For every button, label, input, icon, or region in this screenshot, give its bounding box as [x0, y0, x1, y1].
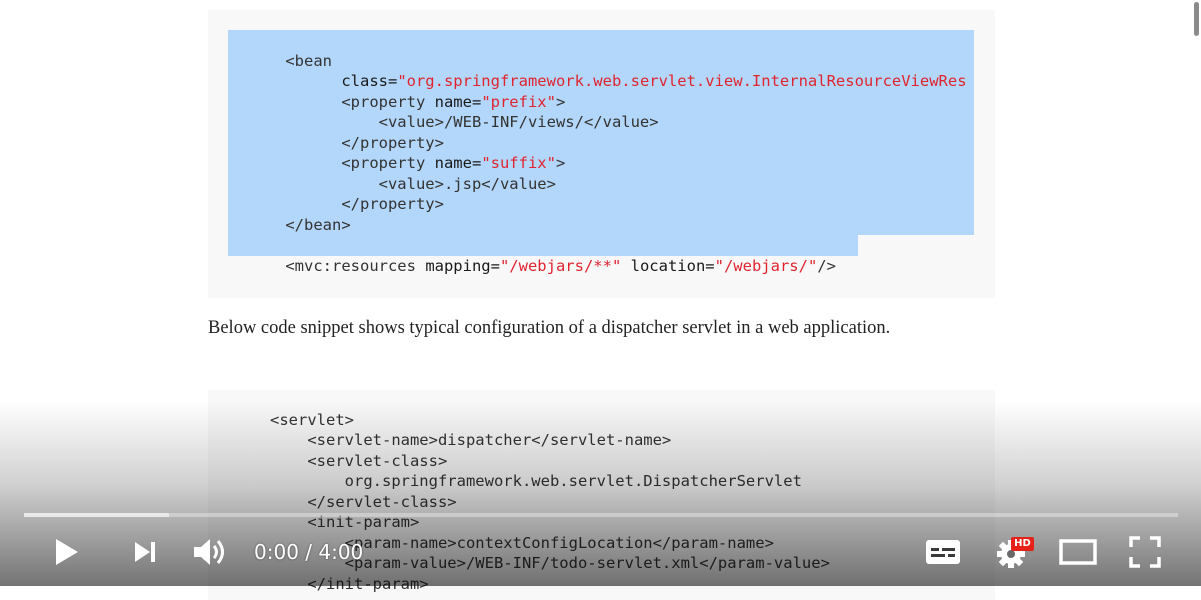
next-icon	[135, 542, 155, 562]
page-scrollbar[interactable]	[1193, 0, 1201, 586]
theater-mode-icon	[1059, 539, 1097, 565]
code-line: </servlet-class>	[270, 493, 457, 511]
body-paragraph: Below code snippet shows typical configu…	[208, 318, 891, 338]
code-line: <mvc:resources mapping="/webjars/**" loc…	[285, 256, 836, 275]
hd-badge: HD	[1011, 537, 1034, 551]
progress-buffered	[24, 513, 170, 517]
code-line: <property name="prefix">	[285, 92, 566, 111]
code-line: <property name="suffix">	[285, 153, 566, 172]
play-icon	[56, 539, 78, 565]
code-line: </init-param>	[270, 575, 429, 593]
code-line: <bean	[285, 51, 332, 70]
volume-icon	[194, 539, 224, 565]
code-line: <servlet-class>	[270, 452, 448, 470]
fullscreen-icon	[1129, 536, 1161, 568]
progress-bar[interactable]	[24, 513, 1178, 517]
next-button[interactable]	[123, 530, 167, 574]
subtitles-button[interactable]	[920, 530, 966, 574]
code-line: org.springframework.web.servlet.Dispatch…	[270, 472, 802, 490]
code-line: class="org.springframework.web.servlet.v…	[285, 71, 967, 90]
code-line: </property>	[285, 133, 444, 152]
code-block-servlet-config: <servlet> <servlet-name>dispatcher</serv…	[208, 390, 995, 600]
fullscreen-button[interactable]	[1122, 530, 1168, 574]
volume-button[interactable]	[186, 530, 234, 574]
code-line: </bean>	[285, 215, 351, 234]
theater-mode-button[interactable]	[1055, 530, 1101, 574]
time-display: 0:00 / 4:00	[254, 540, 364, 564]
subtitles-icon	[926, 540, 960, 564]
code-line: <value>.jsp</value>	[285, 174, 556, 193]
code-line: <servlet>	[270, 411, 354, 429]
code-line: </property>	[285, 194, 444, 213]
code-block-bean-config: <bean class="org.springframework.web.ser…	[208, 10, 995, 298]
scrollbar-thumb[interactable]	[1194, 2, 1199, 36]
code-line: <value>/WEB-INF/views/</value>	[285, 112, 659, 131]
play-button[interactable]	[44, 530, 88, 574]
code-line: <servlet-name>dispatcher</servlet-name>	[270, 431, 672, 449]
